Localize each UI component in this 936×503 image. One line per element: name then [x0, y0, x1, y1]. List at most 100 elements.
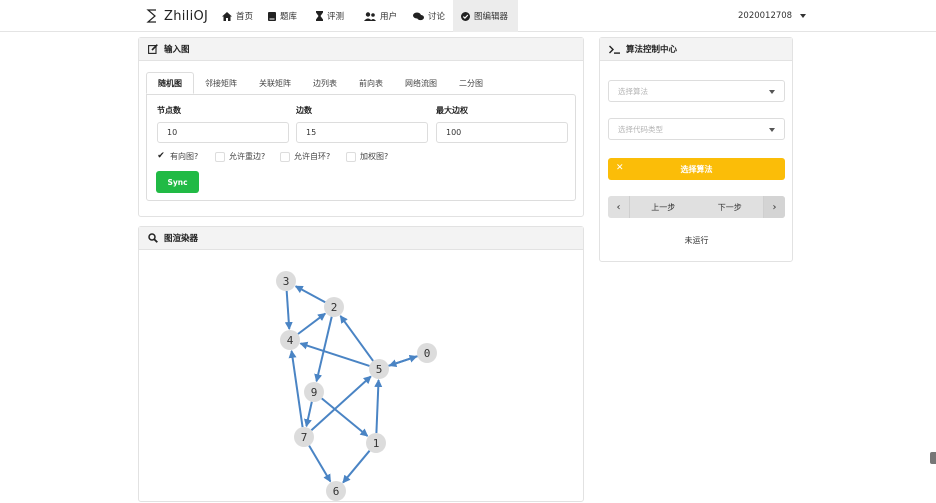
graph-node-9[interactable]: 9: [304, 382, 324, 402]
input-graph-panel: 输入图 随机图 邻接矩阵 关联矩阵 边列表 前向表 网络流图 二分图 节点数 1…: [138, 37, 584, 217]
tab-edge-list[interactable]: 边列表: [302, 72, 348, 94]
graph-node-label: 5: [376, 363, 383, 376]
logo[interactable]: ZhiliOJ: [145, 7, 208, 25]
nav-judge[interactable]: 评测: [308, 0, 352, 32]
hourglass-icon: [316, 11, 323, 21]
input-graph-title: 输入图: [164, 45, 190, 55]
self-loop-checkbox[interactable]: 允许自环?: [280, 151, 330, 162]
terminal-icon: [609, 45, 620, 54]
max-weight-input[interactable]: 100: [436, 122, 568, 143]
nav-home[interactable]: 首页: [214, 0, 261, 32]
graph-node-7[interactable]: 7: [294, 427, 314, 447]
nav-users[interactable]: 用户: [356, 0, 405, 32]
max-weight-label: 最大边权: [436, 106, 468, 115]
search-icon: [148, 233, 158, 243]
graph-node-0[interactable]: 0: [417, 343, 437, 363]
nav-users-label: 用户: [380, 12, 398, 22]
graph-renderer-panel: 图渲染器 3 2 4 5 0 9 7 1 6: [138, 226, 584, 502]
multi-edge-label: 允许重边?: [229, 152, 266, 161]
self-loop-label: 允许自环?: [294, 152, 331, 161]
graph-canvas[interactable]: 3 2 4 5 0 9 7 1 6: [139, 251, 583, 503]
graph-edge-5-2[interactable]: [339, 315, 374, 362]
algorithm-control-panel: 算法控制中心 选择算法 选择代码类型 ✕ 选择算法 ‹ 上一步 下一步 › 未运…: [599, 37, 793, 262]
graph-node-1[interactable]: 1: [366, 433, 386, 453]
directed-label: 有向图?: [170, 152, 199, 161]
nav-discuss[interactable]: 讨论: [405, 0, 453, 32]
graph-edge-9-1[interactable]: [321, 397, 369, 437]
weighted-label: 加权图?: [360, 152, 389, 161]
logo-icon: [146, 9, 156, 23]
tab-forward-star[interactable]: 前向表: [348, 72, 394, 94]
users-icon: [364, 11, 376, 21]
graph-node-2[interactable]: 2: [324, 297, 344, 317]
graph-node-6[interactable]: 6: [326, 481, 346, 501]
algorithm-select[interactable]: 选择算法: [608, 80, 785, 102]
nav-problems[interactable]: 题库: [260, 0, 305, 32]
graph-node-3[interactable]: 3: [276, 271, 296, 291]
checkbox-box: [215, 151, 225, 162]
chevron-down-icon: [800, 14, 807, 18]
chevron-right-icon[interactable]: ›: [763, 196, 785, 218]
tab-adjacency-matrix[interactable]: 邻接矩阵: [194, 72, 248, 94]
graph-edge-9-7[interactable]: [303, 401, 313, 428]
graph-edge-7-6[interactable]: [308, 445, 332, 483]
chevron-down-icon: [769, 128, 775, 132]
graph-edge-5-4[interactable]: [299, 341, 370, 367]
check-icon: ✔: [156, 151, 166, 162]
edge-count-input[interactable]: 15: [296, 122, 428, 143]
graph-edge-1-5[interactable]: [374, 378, 383, 434]
graph-edge-2-3[interactable]: [294, 285, 326, 304]
next-step-button[interactable]: 下一步: [718, 202, 742, 213]
code-type-select[interactable]: 选择代码类型: [608, 118, 785, 140]
nav-judge-label: 评测: [327, 12, 345, 22]
graph-edge-0-5[interactable]: [388, 355, 418, 368]
graph-edge-4-2[interactable]: [297, 312, 326, 335]
graph-node-label: 2: [331, 301, 338, 314]
checkbox-box: [346, 151, 356, 162]
nav-problems-label: 题库: [280, 12, 298, 22]
edge-count-label: 边数: [296, 106, 312, 115]
close-icon[interactable]: ✕: [616, 163, 624, 173]
nav-graph-editor[interactable]: 图编辑器: [453, 0, 518, 32]
algorithm-control-header: 算法控制中心: [600, 38, 792, 61]
username: 2020012708: [738, 11, 793, 21]
graph-node-label: 0: [424, 347, 431, 360]
weighted-checkbox[interactable]: 加权图?: [346, 151, 388, 162]
node-count-label: 节点数: [157, 106, 181, 115]
tab-incidence-matrix[interactable]: 关联矩阵: [248, 72, 302, 94]
graph-node-5[interactable]: 5: [369, 359, 389, 379]
directed-checkbox[interactable]: ✔ 有向图?: [156, 151, 198, 162]
graph-edge-7-4[interactable]: [288, 349, 304, 428]
graph-renderer-title: 图渲染器: [164, 234, 199, 244]
multi-edge-checkbox[interactable]: 允许重边?: [215, 151, 265, 162]
graph-node-label: 4: [287, 334, 294, 347]
prev-step-button[interactable]: 上一步: [651, 202, 675, 213]
user-menu[interactable]: 2020012708: [738, 0, 807, 32]
graph-renderer-header: 图渲染器: [139, 227, 583, 250]
comments-icon: [413, 12, 424, 20]
graph-edge-1-6[interactable]: [342, 450, 371, 484]
tab-random-graph[interactable]: 随机图: [146, 72, 194, 94]
nav-home-label: 首页: [236, 12, 254, 22]
graph-node-label: 3: [283, 275, 290, 288]
tab-bipartite[interactable]: 二分图: [448, 72, 494, 94]
step-labels: 上一步 下一步: [630, 196, 763, 218]
checkbox-box: [280, 151, 290, 162]
scrollbar-handle[interactable]: [930, 452, 936, 464]
graph-edge-3-4[interactable]: [284, 290, 293, 331]
nav-graph-editor-label: 图编辑器: [474, 12, 509, 22]
node-count-input[interactable]: 10: [157, 122, 289, 143]
graph-node-label: 1: [373, 437, 380, 450]
tab-flow-network[interactable]: 网络流图: [394, 72, 448, 94]
sync-button[interactable]: Sync: [156, 171, 199, 193]
step-controls: ‹ 上一步 下一步 ›: [608, 196, 785, 218]
nav-discuss-label: 讨论: [428, 12, 446, 22]
graph-node-label: 9: [311, 386, 318, 399]
graph-node-4[interactable]: 4: [280, 330, 300, 350]
chevron-left-icon[interactable]: ‹: [608, 196, 630, 218]
code-type-select-placeholder: 选择代码类型: [618, 124, 663, 134]
choose-algorithm-label: 选择算法: [680, 164, 713, 174]
run-status: 未运行: [684, 236, 709, 245]
choose-algorithm-button[interactable]: ✕ 选择算法: [608, 158, 785, 180]
chevron-down-icon: [769, 90, 775, 94]
